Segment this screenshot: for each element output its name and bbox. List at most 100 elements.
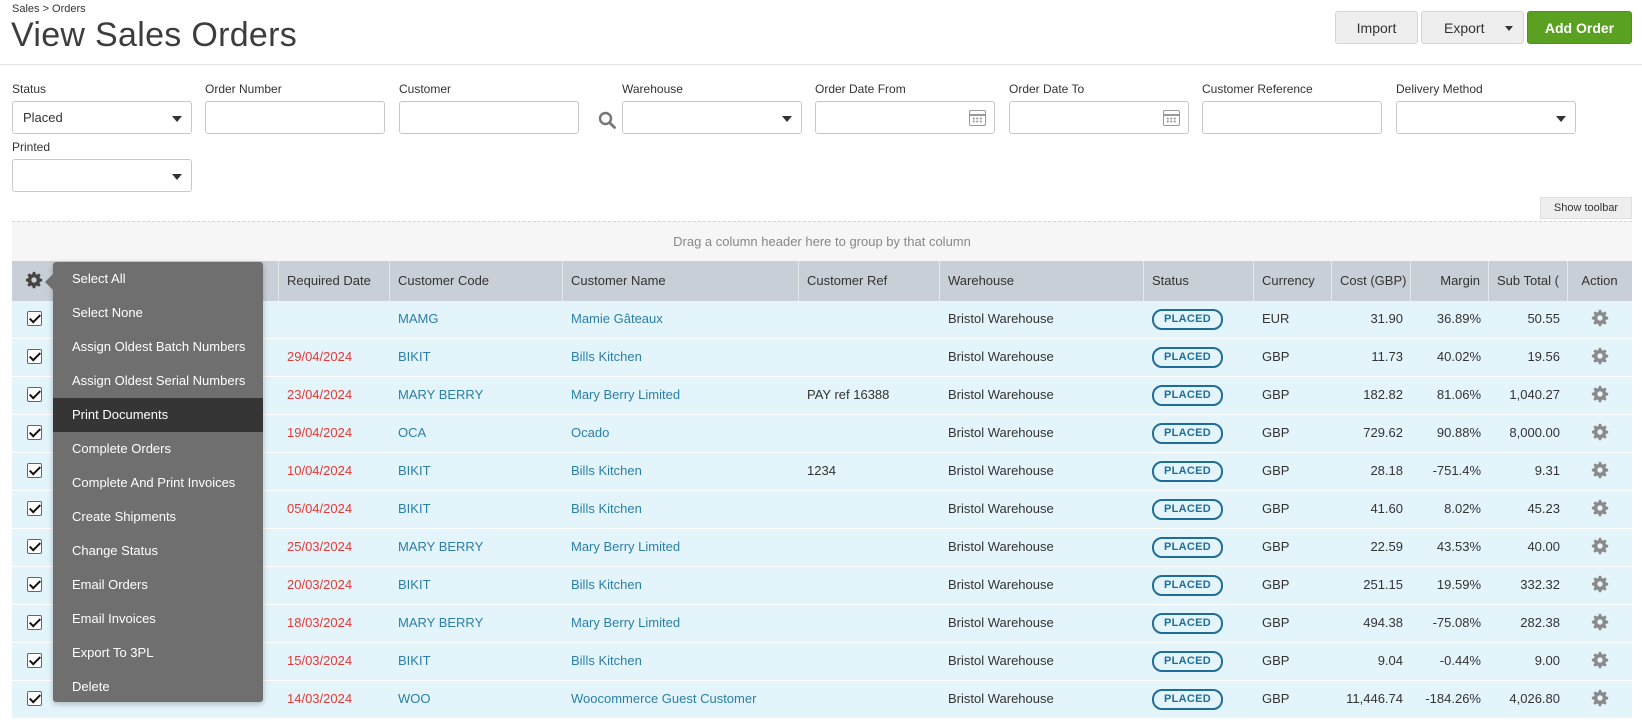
warehouse-cell: Bristol Warehouse — [948, 577, 1054, 592]
gear-icon[interactable] — [1591, 575, 1609, 593]
status-select-value: Placed — [23, 110, 63, 125]
warehouse-select[interactable] — [622, 101, 802, 134]
cost-cell: 22.59 — [1370, 539, 1403, 554]
customer-code-link[interactable]: BIKIT — [390, 453, 563, 491]
column-header-status[interactable]: Status — [1144, 261, 1254, 301]
customer-name-link[interactable]: Ocado — [563, 415, 799, 453]
row-checkbox[interactable] — [26, 577, 42, 593]
search-icon[interactable] — [598, 111, 616, 129]
show-toolbar-button[interactable]: Show toolbar — [1540, 197, 1632, 219]
status-badge: PLACED — [1152, 423, 1224, 444]
column-header-margin[interactable]: Margin — [1411, 261, 1489, 301]
add-order-button[interactable]: Add Order — [1527, 11, 1632, 44]
group-by-drop-zone[interactable]: Drag a column header here to group by th… — [12, 221, 1632, 261]
customer-code-link[interactable]: BIKIT — [390, 339, 563, 377]
calendar-icon[interactable] — [969, 110, 986, 126]
menu-item-assign-oldest-batch-numbers[interactable]: Assign Oldest Batch Numbers — [53, 330, 263, 364]
breadcrumb[interactable]: Sales > Orders — [12, 3, 86, 15]
gear-icon[interactable] — [1591, 689, 1609, 707]
order-date-from-input[interactable] — [815, 101, 995, 134]
customer-code-link[interactable]: MARY BERRY — [390, 605, 563, 643]
customer-code-link[interactable]: BIKIT — [390, 643, 563, 681]
menu-item-email-orders[interactable]: Email Orders — [53, 568, 263, 602]
customer-ref-cell — [799, 681, 940, 719]
menu-item-select-none[interactable]: Select None — [53, 296, 263, 330]
menu-item-delete[interactable]: Delete — [53, 670, 263, 704]
order-date-to-input[interactable] — [1009, 101, 1189, 134]
menu-item-email-invoices[interactable]: Email Invoices — [53, 602, 263, 636]
order-number-input[interactable] — [205, 101, 385, 134]
column-header-warehouse[interactable]: Warehouse — [940, 261, 1144, 301]
menu-item-complete-and-print-invoices[interactable]: Complete And Print Invoices — [53, 466, 263, 500]
customer-name-link[interactable]: Mary Berry Limited — [563, 377, 799, 415]
chevron-down-icon — [782, 116, 792, 122]
row-select-cell — [12, 529, 56, 567]
menu-item-change-status[interactable]: Change Status — [53, 534, 263, 568]
column-header-currency[interactable]: Currency — [1254, 261, 1332, 301]
row-select-cell — [12, 339, 56, 377]
customer-name-link[interactable]: Bills Kitchen — [563, 643, 799, 681]
status-select[interactable]: Placed — [12, 101, 192, 134]
row-checkbox[interactable] — [26, 615, 42, 631]
customer-code-link[interactable]: BIKIT — [390, 567, 563, 605]
customer-ref-cell — [799, 415, 940, 453]
customer-name-link[interactable]: Mary Berry Limited — [563, 605, 799, 643]
customer-name-link[interactable]: Bills Kitchen — [563, 453, 799, 491]
customer-name-link[interactable]: Woocommerce Guest Customer — [563, 681, 799, 719]
customer-name-link[interactable]: Bills Kitchen — [563, 567, 799, 605]
customer-name-link[interactable]: Bills Kitchen — [563, 491, 799, 529]
customer-code-link[interactable]: BIKIT — [390, 491, 563, 529]
row-checkbox[interactable] — [26, 463, 42, 479]
menu-item-export-to-3pl[interactable]: Export To 3PL — [53, 636, 263, 670]
calendar-icon[interactable] — [1163, 110, 1180, 126]
menu-item-create-shipments[interactable]: Create Shipments — [53, 500, 263, 534]
customer-name-link[interactable]: Bills Kitchen — [563, 339, 799, 377]
gear-icon[interactable] — [1591, 651, 1609, 669]
status-badge: PLACED — [1152, 575, 1224, 596]
gear-icon[interactable] — [1591, 537, 1609, 555]
row-checkbox[interactable] — [26, 311, 42, 327]
export-button[interactable]: Export — [1421, 11, 1524, 44]
customer-code-link[interactable]: OCA — [390, 415, 563, 453]
delivery-method-select[interactable] — [1396, 101, 1576, 134]
column-header-cost[interactable]: Cost (GBP) — [1332, 261, 1411, 301]
column-header-customer-ref[interactable]: Customer Ref — [799, 261, 940, 301]
gear-icon[interactable] — [1591, 461, 1609, 479]
menu-item-complete-orders[interactable]: Complete Orders — [53, 432, 263, 466]
customer-code-link[interactable]: MARY BERRY — [390, 529, 563, 567]
cost-cell: 41.60 — [1370, 501, 1403, 516]
column-header-customer-name[interactable]: Customer Name — [563, 261, 799, 301]
menu-item-assign-oldest-serial-numbers[interactable]: Assign Oldest Serial Numbers — [53, 364, 263, 398]
row-checkbox[interactable] — [26, 501, 42, 517]
row-checkbox[interactable] — [26, 349, 42, 365]
customer-code-link[interactable]: MAMG — [390, 301, 563, 339]
row-checkbox[interactable] — [26, 387, 42, 403]
customer-code-link[interactable]: MARY BERRY — [390, 377, 563, 415]
gear-icon[interactable] — [1591, 385, 1609, 403]
column-header-customer-code[interactable]: Customer Code — [390, 261, 563, 301]
row-checkbox[interactable] — [26, 691, 42, 707]
row-checkbox[interactable] — [26, 653, 42, 669]
customer-input[interactable] — [399, 101, 579, 134]
gear-icon[interactable] — [1591, 347, 1609, 365]
menu-item-select-all[interactable]: Select All — [53, 262, 263, 296]
column-header-sub-total[interactable]: Sub Total ( — [1489, 261, 1568, 301]
gear-icon[interactable] — [1591, 613, 1609, 631]
customer-name-link[interactable]: Mary Berry Limited — [563, 529, 799, 567]
cost-cell: 182.82 — [1363, 387, 1403, 402]
printed-select[interactable] — [12, 159, 192, 192]
row-checkbox[interactable] — [26, 539, 42, 555]
gear-icon[interactable] — [1591, 423, 1609, 441]
row-checkbox[interactable] — [26, 425, 42, 441]
menu-item-print-documents[interactable]: Print Documents — [53, 398, 263, 432]
gear-icon[interactable] — [1591, 499, 1609, 517]
customer-code-link[interactable]: WOO — [390, 681, 563, 719]
customer-reference-input[interactable] — [1202, 101, 1382, 134]
column-header-required-date[interactable]: Required Date — [279, 261, 390, 301]
customer-name-link[interactable]: Mamie Gâteaux — [563, 301, 799, 339]
required-date-cell: 18/03/2024 — [287, 615, 353, 630]
gear-icon[interactable] — [1591, 309, 1609, 327]
action-cell — [1568, 339, 1631, 377]
import-button[interactable]: Import — [1335, 11, 1418, 44]
cost-cell: 494.38 — [1363, 615, 1403, 630]
